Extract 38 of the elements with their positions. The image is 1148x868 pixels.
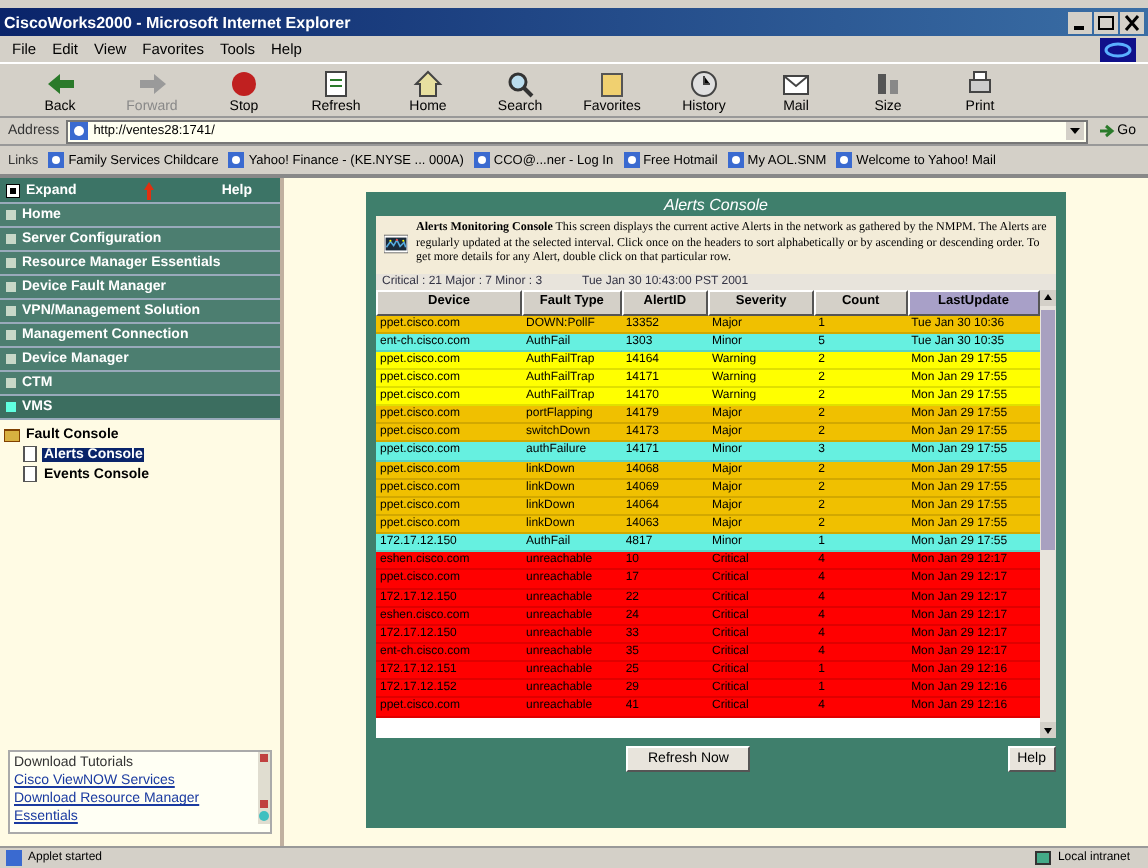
arrow-icon bbox=[1097, 122, 1116, 140]
bullet-icon bbox=[6, 402, 16, 412]
search-icon bbox=[504, 67, 536, 99]
page-icon bbox=[6, 850, 22, 866]
page-icon bbox=[69, 122, 88, 140]
close-button[interactable] bbox=[1120, 11, 1144, 33]
page-icon bbox=[623, 152, 640, 168]
arrow-icon bbox=[144, 181, 155, 199]
page-icon bbox=[48, 152, 65, 168]
bullet-icon bbox=[6, 210, 16, 220]
scrollbar-drawing[interactable] bbox=[258, 752, 270, 824]
history-icon bbox=[688, 67, 720, 99]
home-icon bbox=[412, 67, 444, 99]
window-title: CiscoWorks2000 - Microsoft Internet Explorer bbox=[4, 13, 351, 31]
dropdown-icon[interactable] bbox=[1065, 122, 1084, 140]
bullet-icon bbox=[6, 258, 16, 268]
folder-icon bbox=[4, 426, 20, 442]
print-icon bbox=[964, 67, 996, 99]
page-icon bbox=[727, 152, 744, 168]
bullet-icon bbox=[6, 306, 16, 316]
page-icon bbox=[473, 152, 490, 168]
maximize-button[interactable] bbox=[1094, 11, 1118, 33]
favorites-icon bbox=[596, 67, 628, 99]
bullet-icon bbox=[6, 378, 16, 388]
network-icon bbox=[1033, 849, 1052, 867]
expand-icon bbox=[6, 183, 20, 197]
page-icon bbox=[228, 152, 245, 168]
refresh-icon bbox=[320, 67, 352, 99]
bullet-icon bbox=[6, 330, 16, 340]
bullet-icon bbox=[6, 234, 16, 244]
bullet-icon bbox=[6, 282, 16, 292]
minimize-button[interactable] bbox=[1068, 11, 1092, 33]
bullet-icon bbox=[6, 354, 16, 364]
console-title: Alerts Console bbox=[661, 194, 771, 216]
stop-icon bbox=[228, 67, 260, 99]
scrollbar-drawing[interactable] bbox=[1040, 289, 1056, 737]
browser-logo-icon bbox=[1100, 37, 1136, 61]
page-icon bbox=[836, 152, 853, 168]
